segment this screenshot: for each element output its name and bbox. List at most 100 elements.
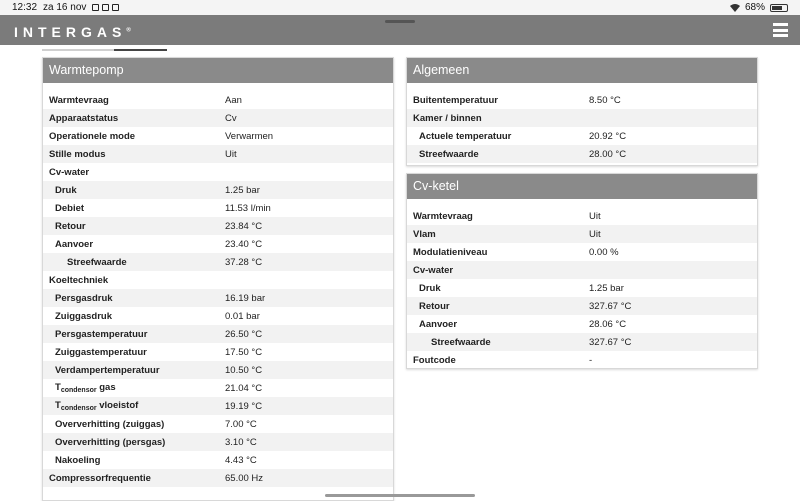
- row-value: 3.10 °C: [225, 436, 257, 448]
- row-value: 11.53 l/min: [225, 202, 271, 214]
- tab-active-indicator[interactable]: [114, 49, 167, 51]
- panel-warmtepomp: Warmtepomp Warmtevraag Aan Apparaatstatus C…: [42, 57, 394, 501]
- table-row: Foutcode -: [407, 351, 757, 368]
- row-label: Kamer / binnen: [413, 112, 482, 124]
- row-label: Persgastemperatuur: [55, 328, 148, 340]
- battery-percentage: 68%: [744, 2, 765, 13]
- main-content: Warmtepomp Warmtevraag Aan Apparaatstatus C…: [0, 45, 800, 501]
- row-label: Foutcode: [413, 354, 456, 366]
- table-row: Buitentemperatuur 8.50 °C: [407, 91, 757, 109]
- wifi-icon: [729, 3, 740, 12]
- row-label: Druk: [55, 184, 77, 196]
- table-row: Actuele temperatuur 20.92 °C: [407, 127, 757, 145]
- row-label: Retour: [55, 220, 86, 232]
- table-row: Zuiggasdruk 0.01 bar: [43, 307, 393, 325]
- row-label: Apparaatstatus: [49, 112, 119, 124]
- row-value: -: [589, 354, 593, 366]
- row-value: 4.43 °C: [225, 454, 257, 466]
- table-row: Apparaatstatus Cv: [43, 109, 393, 127]
- table-row: Aanvoer 23.40 °C: [43, 235, 393, 253]
- row-label: Streefwaarde: [419, 148, 479, 160]
- row-label: Oververhitting (persgas): [55, 436, 166, 448]
- row-label: Stille modus: [49, 148, 106, 160]
- notification-icons: [92, 4, 120, 11]
- row-value: 0.01 bar: [225, 310, 260, 322]
- row-label: Druk: [419, 282, 441, 294]
- row-label: Zuiggasdruk: [55, 310, 113, 322]
- cvketel-rows: Warmtevraag Uit Vlam Uit Modulatieniveau 0.00…: [407, 199, 757, 368]
- table-row: Oververhitting (zuiggas) 7.00 °C: [43, 415, 393, 433]
- row-value: 17.50 °C: [225, 346, 263, 358]
- row-value: 20.92 °C: [589, 130, 627, 142]
- row-label: Retour: [419, 300, 450, 312]
- table-row: Cv-water: [407, 261, 757, 279]
- row-value: Aan: [225, 94, 242, 106]
- row-label: Actuele temperatuur: [419, 130, 512, 142]
- row-value: 21.04 °C: [225, 382, 263, 394]
- panel-title: Algemeen: [407, 58, 757, 83]
- table-row: Retour 23.84 °C: [43, 217, 393, 235]
- row-value: 26.50 °C: [225, 328, 263, 340]
- row-value: 1.25 bar: [225, 184, 260, 196]
- row-value: 23.84 °C: [225, 220, 263, 232]
- table-row: Warmtevraag Uit: [407, 207, 757, 225]
- warmtepomp-rows: Warmtevraag Aan Apparaatstatus Cv Operatione…: [43, 83, 393, 487]
- table-row: Zuiggastemperatuur 17.50 °C: [43, 343, 393, 361]
- row-value: 16.19 bar: [225, 292, 266, 304]
- battery-icon: [770, 3, 788, 12]
- row-label: Debiet: [55, 202, 85, 214]
- row-label: Koeltechniek: [49, 274, 109, 286]
- panel-algemeen: Algemeen Buitentemperatuur 8.50 °C Kamer /…: [406, 57, 758, 166]
- row-label: Streefwaarde: [67, 256, 127, 268]
- row-value: 1.25 bar: [589, 282, 624, 294]
- row-label: Operationele mode: [49, 130, 136, 142]
- row-value: Cv: [225, 112, 237, 124]
- row-label: Aanvoer: [419, 318, 458, 330]
- intergas-logo: INTERGAS®: [14, 24, 131, 40]
- row-value: Uit: [225, 148, 237, 160]
- row-value: 37.28 °C: [225, 256, 263, 268]
- table-row: Oververhitting (persgas) 3.10 °C: [43, 433, 393, 451]
- app-header: INTERGAS®: [0, 15, 800, 45]
- table-row: Verdampertemperatuur 10.50 °C: [43, 361, 393, 379]
- row-label: Oververhitting (zuiggas): [55, 418, 165, 430]
- window-grabber[interactable]: [385, 20, 415, 23]
- row-label: Aanvoer: [55, 238, 94, 250]
- row-value: 10.50 °C: [225, 364, 263, 376]
- table-row: Kamer / binnen: [407, 109, 757, 127]
- row-label: Streefwaarde: [431, 336, 491, 348]
- row-label: Vlam: [413, 228, 436, 240]
- table-row: Operationele mode Verwarmen: [43, 127, 393, 145]
- status-date: za 16 nov: [43, 2, 87, 13]
- table-row: Cv-water: [43, 163, 393, 181]
- table-row: Persgastemperatuur 26.50 °C: [43, 325, 393, 343]
- row-value: 23.40 °C: [225, 238, 263, 250]
- table-row: Modulatieniveau 0.00 %: [407, 243, 757, 261]
- table-row: Koeltechniek: [43, 271, 393, 289]
- hamburger-menu-icon[interactable]: [773, 23, 788, 37]
- row-value: 65.00 Hz: [225, 472, 264, 484]
- row-value: 28.06 °C: [589, 318, 627, 330]
- row-label: Cv-water: [49, 166, 90, 178]
- row-value: 7.00 °C: [225, 418, 257, 430]
- home-indicator[interactable]: [325, 494, 475, 497]
- row-label: Warmtevraag: [49, 94, 109, 106]
- row-label: Modulatieniveau: [413, 246, 488, 258]
- row-value: Verwarmen: [225, 130, 274, 142]
- table-row: Aanvoer 28.06 °C: [407, 315, 757, 333]
- row-label: Nakoeling: [55, 454, 101, 466]
- row-label: Verdampertemperatuur: [55, 364, 160, 376]
- table-row: Streefwaarde 28.00 °C: [407, 145, 757, 163]
- panel-cv-ketel: Cv-ketel Warmtevraag Uit Vlam Uit Modulatien…: [406, 173, 758, 369]
- table-row: Tcondensor gas 21.04 °C: [43, 379, 393, 397]
- table-row: Compressorfrequentie 65.00 Hz: [43, 469, 393, 487]
- table-row: Druk 1.25 bar: [43, 181, 393, 199]
- row-label: Persgasdruk: [55, 292, 113, 304]
- panel-title: Cv-ketel: [407, 174, 757, 199]
- row-value: Uit: [589, 210, 601, 222]
- table-row: Tcondensor vloeistof 19.19 °C: [43, 397, 393, 415]
- row-value: 327.67 °C: [589, 300, 632, 312]
- panel-title: Warmtepomp: [43, 58, 393, 83]
- table-row: Debiet 11.53 l/min: [43, 199, 393, 217]
- row-value: 327.67 °C: [589, 336, 632, 348]
